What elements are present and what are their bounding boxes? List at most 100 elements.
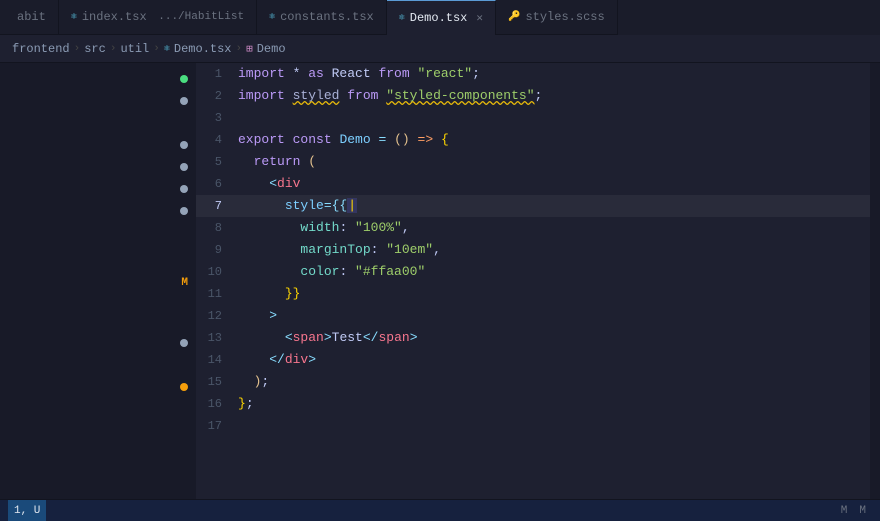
gutter-dot-7 xyxy=(180,207,188,215)
line-content-6: <div xyxy=(238,173,870,195)
line-number-11: 11 xyxy=(196,283,238,305)
line-content-4: export const Demo = () => { xyxy=(238,129,870,151)
code-line-15: 15 ); xyxy=(196,371,870,393)
line-content-1: import * as React from "react"; xyxy=(238,63,870,85)
line-number-4: 4 xyxy=(196,129,238,151)
breadcrumb-sep-3: › xyxy=(153,43,160,55)
line-number-14: 14 xyxy=(196,349,238,371)
gutter-line-7 xyxy=(180,206,188,228)
tab-demo-label: Demo.tsx xyxy=(410,11,468,25)
sidebar-gutter: M xyxy=(0,63,196,499)
line-number-9: 9 xyxy=(196,239,238,261)
status-m-2: M xyxy=(853,500,872,521)
breadcrumb-sep-1: › xyxy=(74,43,81,55)
breadcrumb-src[interactable]: src xyxy=(84,42,106,56)
code-line-14: 14 </div> xyxy=(196,349,870,371)
tab-demo-icon: ⚛ xyxy=(399,12,405,24)
tab-spacer xyxy=(618,0,880,35)
line-number-6: 6 xyxy=(196,173,238,195)
tab-constants-tsx[interactable]: ⚛ constants.tsx xyxy=(257,0,387,35)
breadcrumb-sep-2: › xyxy=(110,43,117,55)
line-content-7: style={{| xyxy=(238,195,870,217)
line-number-8: 8 xyxy=(196,217,238,239)
gutter-dot-4 xyxy=(180,141,188,149)
gutter-dot-13 xyxy=(180,339,188,347)
line-content-9: marginTop: "10em", xyxy=(238,239,870,261)
tab-bar: abit ⚛ index.tsx .../HabitList ⚛ constan… xyxy=(0,0,880,35)
gutter-m-10: M xyxy=(181,277,188,289)
code-line-11: 11 }} xyxy=(196,283,870,305)
code-line-12: 12 > xyxy=(196,305,870,327)
gutter-line-5 xyxy=(180,162,188,184)
breadcrumb: frontend › src › util › ⚛ Demo.tsx › ⊞ D… xyxy=(0,35,880,63)
breadcrumb-demo-file[interactable]: Demo.tsx xyxy=(174,42,232,56)
code-line-9: 9 marginTop: "10em", xyxy=(196,239,870,261)
code-line-17: 17 xyxy=(196,415,870,437)
gutter-indicators: M xyxy=(180,71,188,448)
gutter-line-1 xyxy=(180,74,188,96)
gutter-line-4 xyxy=(180,140,188,162)
tab-demo-close[interactable]: ✕ xyxy=(476,11,483,25)
code-line-7: 7 style={{| xyxy=(196,195,870,217)
code-line-3: 3 xyxy=(196,107,870,129)
tab-constants-icon: ⚛ xyxy=(269,11,275,23)
line-content-5: return ( xyxy=(238,151,870,173)
status-m-1: M xyxy=(835,500,854,521)
code-line-6: 6 <div xyxy=(196,173,870,195)
line-number-15: 15 xyxy=(196,371,238,393)
line-content-15: ); xyxy=(238,371,870,393)
tab-habit[interactable]: abit xyxy=(0,0,59,35)
gutter-dot-1 xyxy=(180,75,188,83)
gutter-dot-2 xyxy=(180,97,188,105)
code-line-4: 4 export const Demo = () => { xyxy=(196,129,870,151)
line-number-12: 12 xyxy=(196,305,238,327)
breadcrumb-util[interactable]: util xyxy=(120,42,149,56)
gutter-line-13 xyxy=(180,338,188,360)
breadcrumb-demo-icon: ⚛ xyxy=(164,43,170,55)
line-number-13: 13 xyxy=(196,327,238,349)
breadcrumb-comp-icon: ⊞ xyxy=(246,42,253,56)
code-content: 1 import * as React from "react"; 2 impo… xyxy=(196,63,870,437)
tab-styles-icon: 🔑 xyxy=(508,11,520,23)
code-line-16: 16 }; xyxy=(196,393,870,415)
breadcrumb-demo-comp[interactable]: Demo xyxy=(257,42,286,56)
gutter-dot-6 xyxy=(180,185,188,193)
line-number-17: 17 xyxy=(196,415,238,437)
code-line-5: 5 return ( xyxy=(196,151,870,173)
line-content-10: color: "#ffaa00" xyxy=(238,261,870,283)
line-number-16: 16 xyxy=(196,393,238,415)
breadcrumb-sep-4: › xyxy=(236,43,243,55)
status-position: 1, U xyxy=(8,500,46,521)
tab-habit-label: abit xyxy=(17,10,46,24)
tab-index-label: index.tsx xyxy=(82,10,147,24)
gutter-line-10: M xyxy=(181,272,188,294)
line-content-14: </div> xyxy=(238,349,870,371)
tab-demo-tsx[interactable]: ⚛ Demo.tsx ✕ xyxy=(387,0,496,35)
tab-styles-scss[interactable]: 🔑 styles.scss xyxy=(496,0,618,35)
line-number-1: 1 xyxy=(196,63,238,85)
breadcrumb-frontend[interactable]: frontend xyxy=(12,42,70,56)
gutter-line-15 xyxy=(180,382,188,404)
line-content-8: width: "100%", xyxy=(238,217,870,239)
line-number-5: 5 xyxy=(196,151,238,173)
line-content-13: <span>Test</span> xyxy=(238,327,870,349)
line-content-11: }} xyxy=(238,283,870,305)
code-line-10: 10 color: "#ffaa00" xyxy=(196,261,870,283)
tab-index-icon: ⚛ xyxy=(71,11,77,23)
editor-area: M 1 import * xyxy=(0,63,880,499)
code-editor[interactable]: 1 import * as React from "react"; 2 impo… xyxy=(196,63,870,499)
gutter-dot-5 xyxy=(180,163,188,171)
line-number-3: 3 xyxy=(196,107,238,129)
code-line-13: 13 <span>Test</span> xyxy=(196,327,870,349)
code-line-1: 1 import * as React from "react"; xyxy=(196,63,870,85)
gutter-line-2 xyxy=(180,96,188,118)
line-content-2: import styled from "styled-components"; xyxy=(238,85,870,107)
line-number-7: 7 xyxy=(196,195,238,217)
code-line-8: 8 width: "100%", xyxy=(196,217,870,239)
status-m-2-label: M xyxy=(859,505,866,517)
tab-constants-label: constants.tsx xyxy=(280,10,374,24)
status-position-label: 1, U xyxy=(14,505,40,517)
scrollbar-track[interactable] xyxy=(870,63,880,499)
status-m-1-label: M xyxy=(841,505,848,517)
tab-index-tsx[interactable]: ⚛ index.tsx .../HabitList xyxy=(59,0,257,35)
